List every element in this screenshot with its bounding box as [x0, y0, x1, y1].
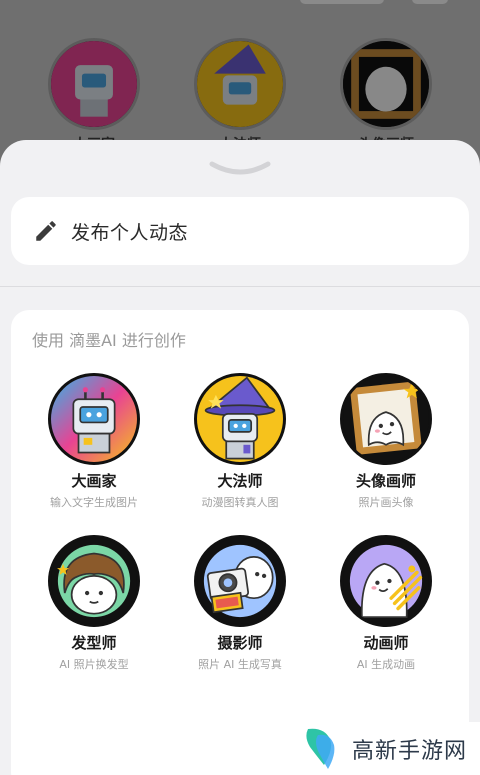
tool-name: 发型师	[71, 634, 117, 652]
section-title: 使用 滴墨AI 进行创作	[32, 331, 186, 350]
ghost-frame-icon	[340, 373, 432, 465]
background-robot-painter-icon	[48, 38, 140, 130]
divider	[0, 286, 480, 287]
tool-desc: AI 照片换发型	[59, 658, 129, 671]
publish-post-button[interactable]: 发布个人动态	[11, 197, 469, 265]
tool-animator[interactable]: 动画师 AI 生成动画	[313, 535, 459, 672]
bottom-sheet: 发布个人动态 使用 滴墨AI 进行创作 大画家 输入文字生成图片 大法师 动漫图…	[0, 140, 480, 775]
background-ghost-frame-icon	[340, 38, 432, 130]
curly-hair-icon	[48, 535, 140, 627]
robot-painter-icon	[48, 373, 140, 465]
tool-desc: 输入文字生成图片	[50, 496, 138, 509]
tool-avatar-painter[interactable]: 头像画师 照片画头像	[313, 373, 459, 510]
background-robot-wizard-icon	[194, 38, 286, 130]
publish-post-label: 发布个人动态	[71, 221, 189, 244]
pencil-icon	[36, 221, 56, 241]
tool-name: 头像画师	[355, 472, 416, 490]
camera-ghost-icon	[194, 535, 286, 627]
ai-tools-card: 使用 滴墨AI 进行创作 大画家 输入文字生成图片 大法师 动漫图转真人图 头像…	[11, 310, 469, 775]
background-page: 大画家 大法师 头像画师	[0, 0, 480, 160]
collapse-chevron-icon[interactable]	[208, 158, 272, 180]
tool-desc: 照片 AI 生成写真	[198, 658, 282, 671]
tool-photographer[interactable]: 摄影师 照片 AI 生成写真	[167, 535, 313, 672]
background-tab	[412, 0, 448, 4]
tool-hairstylist[interactable]: 发型师 AI 照片换发型	[21, 535, 167, 672]
tool-name: 动画师	[363, 634, 409, 652]
tool-wizard[interactable]: 大法师 动漫图转真人图	[167, 373, 313, 510]
watermark-logo-icon	[306, 728, 335, 769]
tool-desc: 动漫图转真人图	[201, 496, 279, 509]
tool-desc: 照片画头像	[358, 496, 414, 509]
watermark: 高新手游网	[298, 722, 480, 775]
tool-name: 摄影师	[217, 634, 263, 652]
watermark-text: 高新手游网	[352, 738, 468, 764]
background-tab	[300, 0, 384, 4]
tool-painter[interactable]: 大画家 输入文字生成图片	[21, 373, 167, 510]
ghost-animator-icon	[340, 535, 432, 627]
tool-desc: AI 生成动画	[356, 658, 416, 671]
robot-wizard-icon	[194, 373, 286, 465]
tool-name: 大画家	[71, 472, 117, 490]
tool-name: 大法师	[217, 472, 263, 490]
